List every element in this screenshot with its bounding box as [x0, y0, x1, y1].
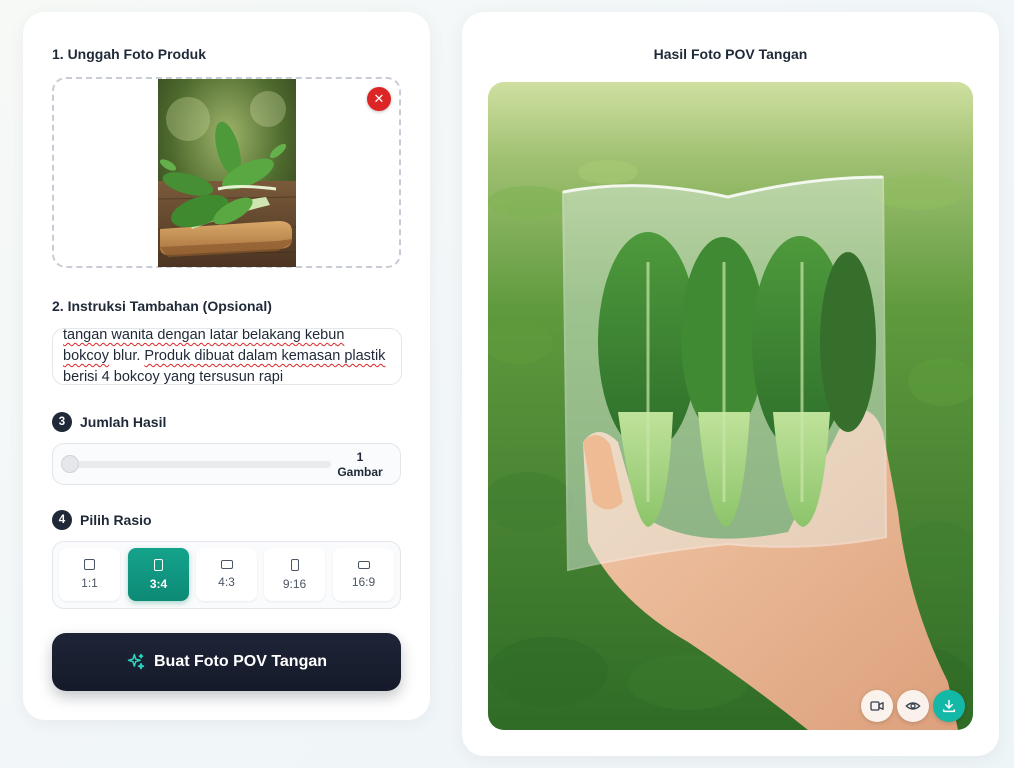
- ratio-label: 9:16: [282, 576, 307, 591]
- upload-heading: 1. Unggah Foto Produk: [52, 46, 206, 62]
- count-value: 1: [356, 450, 364, 464]
- instructions-textarea[interactable]: tangan wanita dengan latar belakang kebu…: [52, 328, 402, 385]
- instructions-text-segment: tangan wanita dengan: [63, 328, 210, 343]
- ratio-option-3-4[interactable]: 3:4: [128, 548, 189, 601]
- instructions-text-segment: tersusun rapi: [199, 369, 284, 385]
- ratio-heading: Pilih Rasio: [80, 512, 152, 528]
- result-heading: Hasil Foto POV Tangan: [653, 46, 808, 62]
- instructions-text-segment: 4: [97, 369, 114, 385]
- step-3-badge: 3: [52, 412, 72, 432]
- result-panel: Hasil Foto POV Tangan: [462, 12, 999, 756]
- settings-panel: 1. Unggah Foto Produk ✕ 2. Instruksi Tam…: [23, 12, 430, 720]
- download-button[interactable]: [933, 690, 965, 722]
- ratio-label: 1:1: [81, 576, 98, 590]
- product-thumbnail: [158, 79, 296, 267]
- download-icon: [941, 698, 957, 714]
- generate-button[interactable]: Buat Foto POV Tangan: [52, 633, 401, 691]
- ratio-option-16-9[interactable]: 16:9: [333, 548, 394, 601]
- ratio-label: 4:3: [218, 575, 235, 589]
- instructions-text-segment: latar belakang kebun: [209, 328, 345, 343]
- wide-landscape-icon: [357, 560, 370, 569]
- video-button[interactable]: [861, 690, 893, 722]
- remove-image-button[interactable]: ✕: [367, 87, 391, 111]
- close-icon: ✕: [373, 91, 385, 106]
- count-heading: Jumlah Hasil: [80, 414, 167, 430]
- ratio-option-9-16[interactable]: 9:16: [264, 548, 325, 601]
- instructions-text-segment: bokcoy: [113, 369, 160, 385]
- result-image[interactable]: [488, 82, 973, 730]
- ratio-selector: 1:1 3:4 4:3 9:16 16:9: [52, 541, 401, 609]
- eye-icon: [905, 698, 921, 714]
- ratio-label: 16:9: [351, 574, 376, 589]
- count-slider-track[interactable]: [69, 461, 331, 468]
- sparkles-icon: [126, 652, 146, 672]
- tall-portrait-icon: [290, 558, 299, 571]
- video-icon: [869, 698, 885, 714]
- instructions-text: tangan wanita dengan latar belakang kebu…: [63, 328, 391, 385]
- upload-dropzone[interactable]: ✕: [52, 77, 401, 268]
- instructions-text-segment: yang: [159, 369, 200, 385]
- generate-button-label: Buat Foto POV Tangan: [153, 653, 328, 670]
- preview-button[interactable]: [897, 690, 929, 722]
- square-icon: [84, 559, 95, 570]
- count-slider-thumb[interactable]: [61, 455, 79, 473]
- portrait-icon: [154, 558, 163, 571]
- count-slider-container: 1 Gambar: [52, 443, 401, 485]
- instructions-text-segment: blur.: [108, 348, 145, 364]
- landscape-icon: [220, 560, 233, 569]
- count-value-display: 1 Gambar: [332, 450, 388, 480]
- ratio-option-1-1[interactable]: 1:1: [59, 548, 120, 601]
- ratio-option-4-3[interactable]: 4:3: [196, 548, 257, 601]
- instructions-text-segment: bokcoy: [63, 348, 109, 364]
- count-unit: Gambar: [337, 465, 383, 479]
- instructions-text-segment: Produk dibuat dalam kemasan: [144, 348, 341, 364]
- instructions-heading: 2. Instruksi Tambahan (Opsional): [52, 298, 272, 314]
- step-4-badge: 4: [52, 510, 72, 530]
- ratio-label: 3:4: [149, 576, 168, 591]
